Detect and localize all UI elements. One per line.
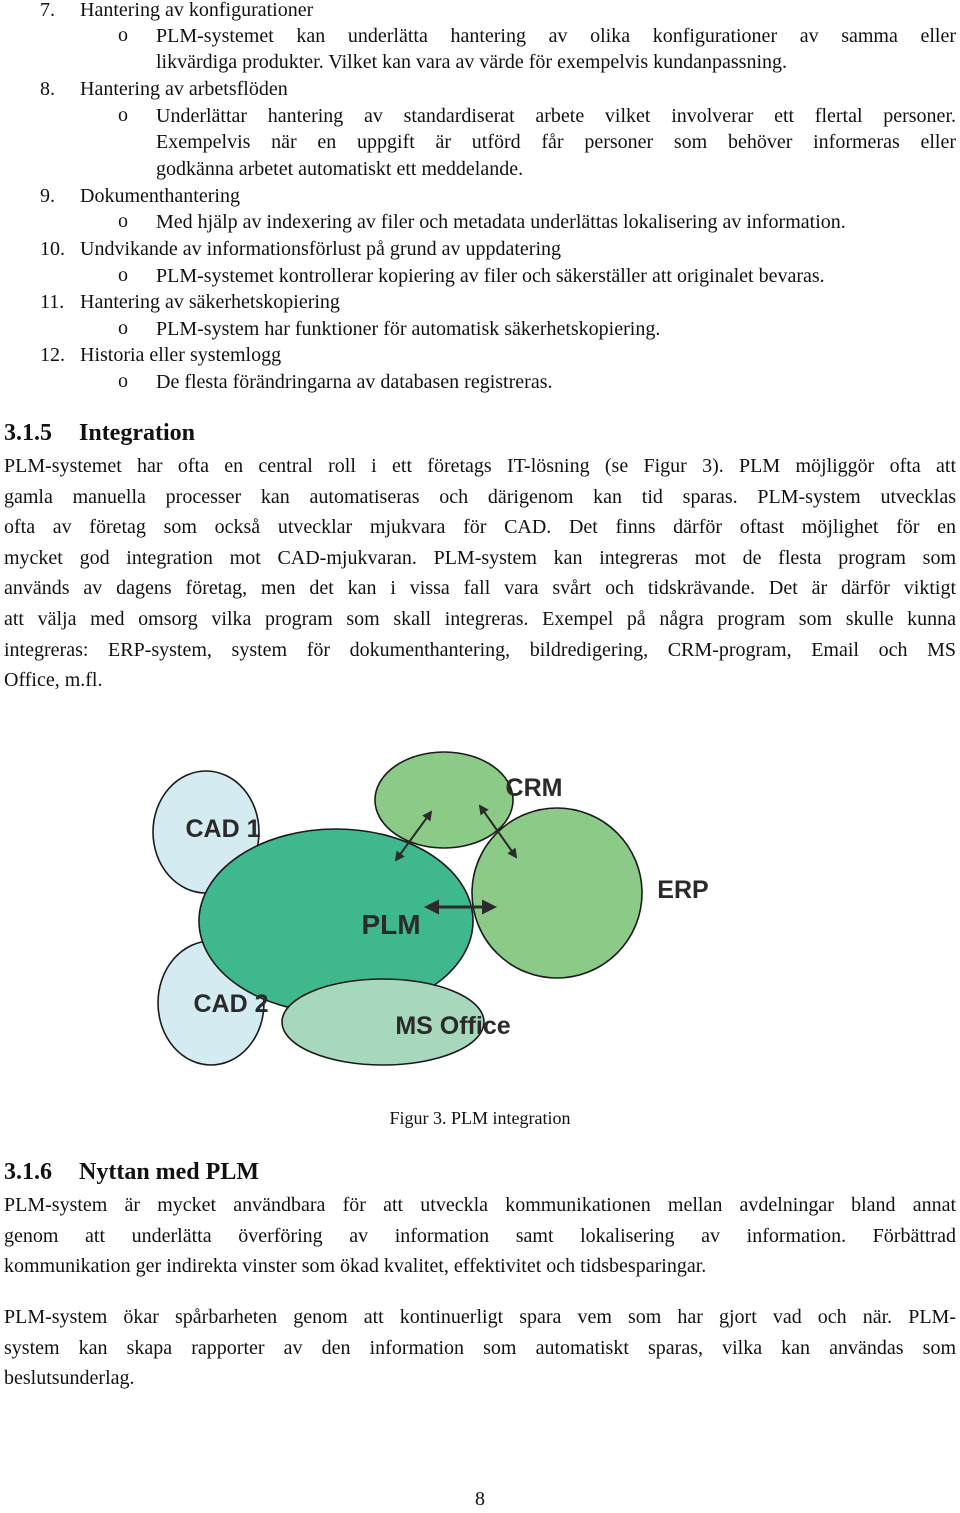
- figure-caption-text: Figur 3. PLM integration: [389, 1108, 571, 1128]
- node-label-msoffice: MS Office: [395, 1012, 510, 1040]
- document-page: 7. Hantering av konfigurationer o PLM-sy…: [0, 0, 960, 1513]
- paragraph-line: PLM-system är mycket användbara för att …: [4, 1194, 956, 1216]
- node-label-erp: ERP: [657, 876, 708, 904]
- paragraph-line: genom att underlätta överföring av infor…: [4, 1224, 956, 1247]
- paragraph-line: kommunikation ger indirekta vinster som …: [4, 1255, 707, 1278]
- node-label-crm: CRM: [506, 774, 563, 802]
- node-crm: [374, 751, 514, 849]
- section-number: 3.1.6: [4, 1159, 52, 1185]
- section-heading-benefits: 3.1.6 Nyttan med PLM: [4, 1158, 259, 1186]
- node-erp: [471, 807, 643, 979]
- node-label-plm: PLM: [361, 909, 420, 940]
- plm-integration-diagram: CAD 1 CAD 2 CRM ERP PLM MS Office: [152, 751, 709, 1066]
- paragraph-line: PLM-system ökar spårbarheten genom att k…: [4, 1306, 956, 1328]
- node-label-cad1: CAD 1: [185, 815, 260, 843]
- section-title: Nyttan med PLM: [79, 1159, 259, 1185]
- paragraph-line: beslutsunderlag.: [4, 1367, 135, 1390]
- node-label-cad2: CAD 2: [193, 990, 268, 1018]
- paragraph-benefits-1: PLM-system är mycket användbara för att …: [4, 1190, 956, 1282]
- paragraph-benefits-2: PLM-system ökar spårbarheten genom att k…: [4, 1302, 956, 1394]
- page-number: 8: [475, 1488, 485, 1510]
- paragraph-line: system kan skapa rapporter av den inform…: [4, 1336, 956, 1359]
- figure-caption: Figur 3. PLM integration: [0, 1108, 960, 1129]
